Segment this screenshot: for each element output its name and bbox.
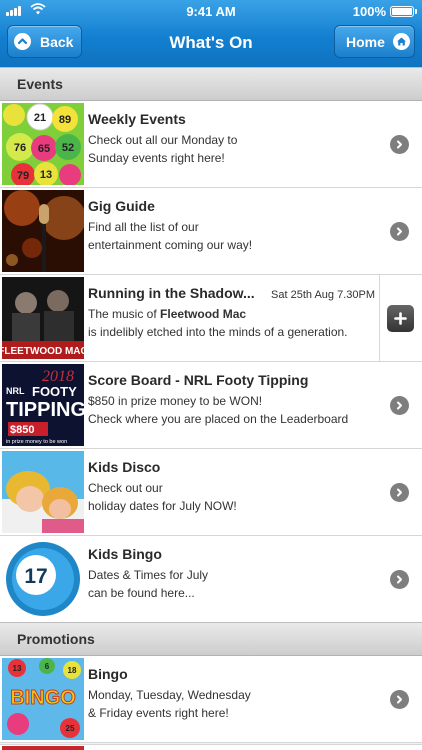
promo-title: BINGO xyxy=(10,687,76,709)
section-header-promotions: Promotions xyxy=(0,622,422,656)
item-date: Sat 25th Aug 7.30PM xyxy=(271,289,375,301)
item-description-line2: holiday dates for July NOW! xyxy=(88,499,237,513)
ball-number: 52 xyxy=(62,142,74,154)
thumb-caption: in prize money to be won xyxy=(6,439,67,445)
bingo-balls-image: 21 89 76 65 52 79 13 xyxy=(2,103,84,185)
list-item-bingo[interactable]: 13 6 18 25 BINGO Bingo Monday, Tuesday, … xyxy=(0,656,422,743)
item-description-line2: Check where you are placed on the Leader… xyxy=(88,412,349,426)
item-description-line1: The music of Fleetwood Mac xyxy=(88,307,246,321)
add-button[interactable] xyxy=(387,305,414,332)
item-title: Bingo xyxy=(88,666,128,682)
item-title: Kids Disco xyxy=(88,459,161,475)
item-description-line2: Sunday events right here! xyxy=(88,151,225,165)
footy-tipping-image: 2018 NRL FOOTY TIPPING $850 in prize mon… xyxy=(2,364,84,446)
thumb-tipping: TIPPING xyxy=(6,399,84,421)
list-item-weekly-events[interactable]: 21 89 76 65 52 79 13 Weekly Events Check… xyxy=(0,101,422,188)
kids-photo-image xyxy=(2,451,84,533)
section-header-events: Events xyxy=(0,67,422,101)
ball-number: 76 xyxy=(14,142,26,154)
item-description-line2: entertainment coming our way! xyxy=(88,238,253,252)
ball-number: 18 xyxy=(68,666,77,675)
thumb-year: 2018 xyxy=(42,368,74,385)
bingo-promo-image: 13 6 18 25 BINGO xyxy=(2,658,84,740)
ball-number: 25 xyxy=(66,724,75,733)
app-header: 9:41 AM 100% Back What's On Home xyxy=(0,0,422,68)
chevron-right-icon[interactable] xyxy=(390,483,409,502)
status-bar: 9:41 AM 100% xyxy=(0,0,422,22)
item-title: Kids Bingo xyxy=(88,546,162,562)
list-item-running-in-the-shadows[interactable]: FLEETWOOD MAC Running in the Shadow... S… xyxy=(0,275,422,362)
thumb-brand: NRL xyxy=(6,386,25,396)
item-title: Score Board - NRL Footy Tipping xyxy=(88,372,309,388)
ball-number: 65 xyxy=(38,143,50,155)
chevron-right-icon[interactable] xyxy=(390,222,409,241)
chevron-right-icon[interactable] xyxy=(390,690,409,709)
ball-number: 13 xyxy=(13,664,22,673)
list-item-gig-guide[interactable]: Gig Guide Find all the list of our enter… xyxy=(0,188,422,275)
ball-number: 6 xyxy=(45,662,50,671)
item-title: Running in the Shadow... xyxy=(88,285,255,301)
item-title: Gig Guide xyxy=(88,198,155,214)
thumb-footy: FOOTY xyxy=(32,384,77,399)
item-description-line2: & Friday events right here! xyxy=(88,706,229,720)
chevron-right-icon[interactable] xyxy=(390,396,409,415)
item-description-line1: Find all the list of our xyxy=(88,220,199,234)
ball-number: 79 xyxy=(17,170,29,182)
home-button[interactable]: Home xyxy=(334,25,415,58)
bingo-ball-image: 17 xyxy=(2,538,84,620)
item-description-line1: Check out all our Monday to xyxy=(88,133,238,147)
list-item-score-board[interactable]: 2018 NRL FOOTY TIPPING $850 in prize mon… xyxy=(0,362,422,449)
thumb-amount: $850 xyxy=(10,424,34,436)
ball-number: 89 xyxy=(59,114,71,126)
chevron-right-icon[interactable] xyxy=(390,135,409,154)
home-label: Home xyxy=(346,33,385,50)
thumb-caption: FLEETWOOD MAC xyxy=(2,346,84,357)
item-description-line2: can be found here... xyxy=(88,586,195,600)
list-item-kids-bingo[interactable]: 17 Kids Bingo Dates & Times for July can… xyxy=(0,536,422,623)
chevron-right-icon[interactable] xyxy=(390,570,409,589)
ball-number: 13 xyxy=(40,169,52,181)
item-description-line1: $850 in prize money to be WON! xyxy=(88,394,263,408)
list-item-kids-disco[interactable]: Kids Disco Check out our holiday dates f… xyxy=(0,449,422,536)
ball-number: 17 xyxy=(24,565,47,588)
item-title: Weekly Events xyxy=(88,111,186,127)
battery-percent: 100% xyxy=(352,4,386,19)
battery-icon xyxy=(390,6,417,17)
item-description-line1: Dates & Times for July xyxy=(88,568,209,582)
microphone-image xyxy=(2,190,84,272)
add-area xyxy=(379,275,422,361)
next-list-item-partial xyxy=(0,744,422,750)
band-photo-image: FLEETWOOD MAC xyxy=(2,277,84,359)
item-description-line1: Monday, Tuesday, Wednesday xyxy=(88,688,251,702)
item-description-artist: Fleetwood Mac xyxy=(160,307,247,321)
item-description-line1: Check out our xyxy=(88,481,163,495)
plus-icon xyxy=(394,312,407,325)
ball-number: 21 xyxy=(34,112,46,124)
item-description-line2: is indelibly etched into the minds of a … xyxy=(88,325,348,339)
item-description-prefix: The music of xyxy=(88,307,161,321)
home-icon xyxy=(392,33,410,50)
